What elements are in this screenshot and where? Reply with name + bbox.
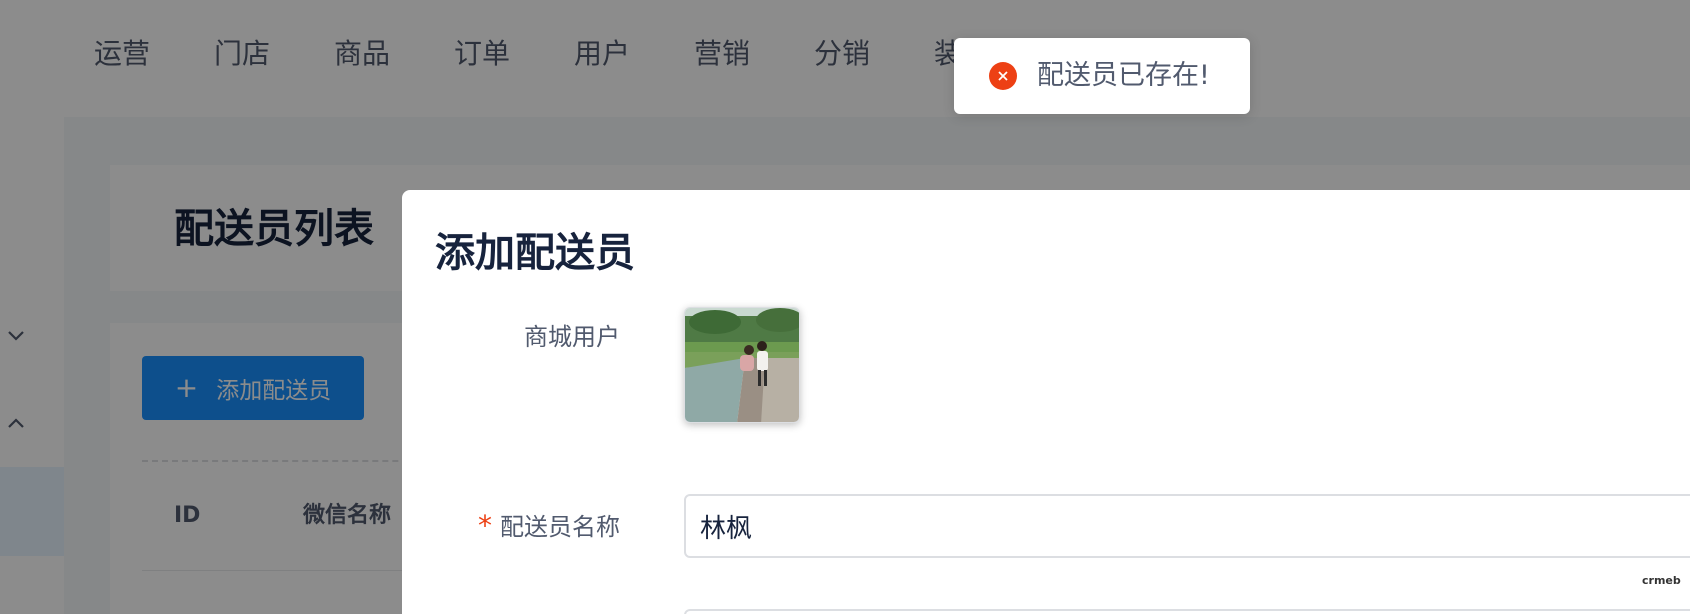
next-field-input[interactable] bbox=[684, 609, 1690, 614]
error-toast: 配送员已存在! bbox=[954, 38, 1250, 114]
watermark-logo: crmeb bbox=[1642, 574, 1681, 587]
user-avatar[interactable] bbox=[684, 307, 800, 423]
courier-name-input[interactable] bbox=[684, 494, 1690, 558]
modal-title: 添加配送员 bbox=[435, 230, 635, 276]
mall-user-label: 商城用户 bbox=[524, 323, 620, 351]
add-courier-modal: 添加配送员 商城用户 * 配送员名称 bbox=[402, 190, 1690, 614]
courier-name-label-text: 配送员名称 bbox=[500, 513, 620, 541]
toast-message: 配送员已存在! bbox=[1037, 60, 1210, 91]
avatar-photo bbox=[685, 308, 799, 422]
required-mark: * bbox=[478, 509, 492, 542]
courier-name-label: * 配送员名称 bbox=[478, 510, 620, 543]
error-icon bbox=[989, 62, 1017, 90]
